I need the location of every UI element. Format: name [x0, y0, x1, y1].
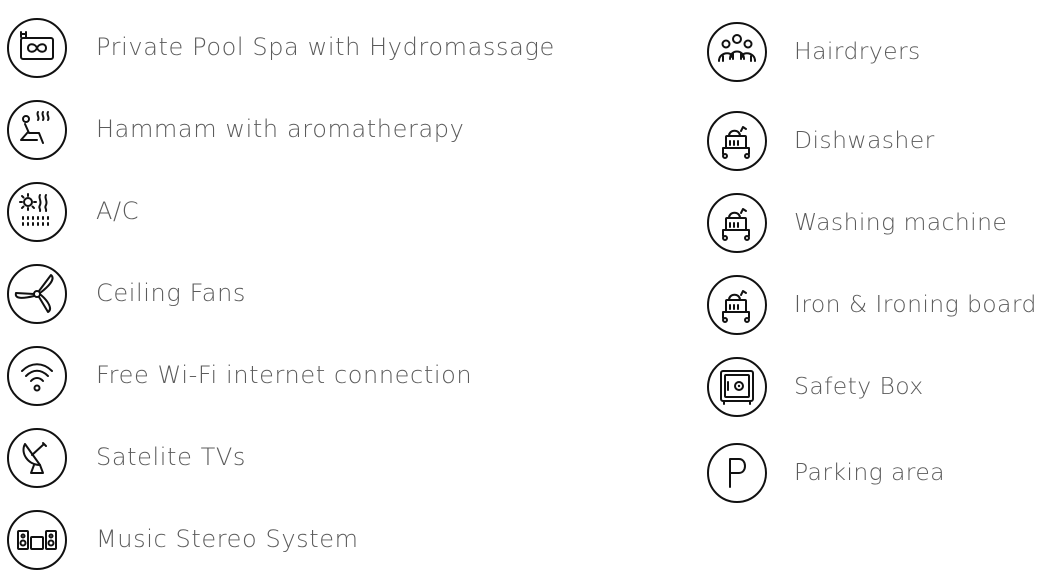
cart-appliance-icon [706, 274, 768, 336]
amenity-label: Private Pool Spa with Hydromassage [96, 33, 555, 61]
amenity-label: Music Stereo System [96, 525, 359, 553]
amenity-label: A/C [96, 197, 140, 225]
amenity-label: Safety Box [794, 372, 924, 400]
safe-icon [706, 356, 768, 418]
amenity-label: Hairdryers [794, 37, 921, 65]
amenity-label: Dishwasher [794, 126, 935, 154]
amenity-label: Iron & Ironing board [794, 290, 1037, 318]
satellite-dish-icon [6, 427, 68, 489]
amenity-label: Satelite TVs [96, 443, 247, 471]
pool-infinity-icon [6, 17, 68, 79]
wifi-icon [6, 345, 68, 407]
air-conditioning-icon [6, 181, 68, 243]
amenity-label: Ceiling Fans [96, 279, 246, 307]
parking-icon [706, 442, 768, 504]
amenity-label: Free Wi-Fi internet connection [96, 361, 473, 389]
hammam-steam-icon [6, 99, 68, 161]
cart-appliance-icon [706, 110, 768, 172]
amenity-label: Parking area [794, 458, 945, 486]
amenity-label: Washing machine [794, 208, 1008, 236]
people-group-icon [706, 21, 768, 83]
cart-appliance-icon [706, 192, 768, 254]
ceiling-fan-icon [6, 263, 68, 325]
amenity-label: Hammam with aromatherapy [96, 115, 465, 143]
amenities-list: Private Pool Spa with Hydromassage Hamma… [0, 0, 1050, 570]
